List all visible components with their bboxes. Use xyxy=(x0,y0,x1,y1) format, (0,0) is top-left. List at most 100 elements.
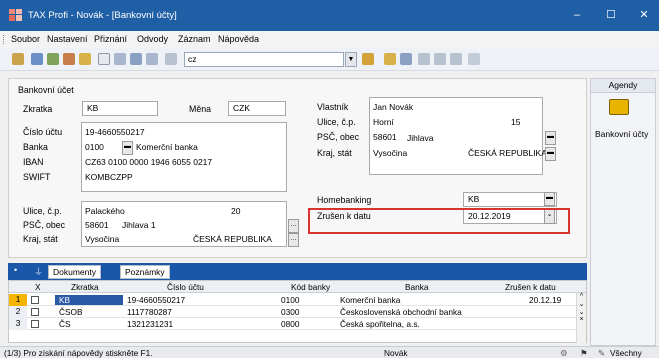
toolbar: cz ▼ xyxy=(0,48,659,71)
owner-obec-picker-button[interactable]: ▬ xyxy=(545,131,556,145)
owner-stat-value[interactable]: ČESKÁ REPUBLIKA xyxy=(468,148,547,158)
tool-icon[interactable] xyxy=(31,53,43,65)
homebanking-label: Homebanking xyxy=(317,195,372,205)
row-checkbox[interactable] xyxy=(31,320,39,328)
tab-poznamky[interactable]: Poznámky xyxy=(120,265,170,279)
homebanking-dropdown-button[interactable]: ▬ xyxy=(544,192,555,206)
column-cislo-uctu[interactable]: Číslo účtu xyxy=(167,282,204,292)
agendy-item-bankovni-ucty[interactable]: Bankovní účty xyxy=(595,129,648,139)
tab-strip: • ⏚ Dokumenty Poznámky xyxy=(8,263,587,280)
table-row[interactable]: 3 ČS 1321231231 0800 Česká spořitelna, a… xyxy=(9,318,586,330)
status-filter[interactable]: Všechny xyxy=(610,348,642,358)
tab-dokumenty[interactable]: Dokumenty xyxy=(48,265,101,279)
homebanking-value: KB xyxy=(468,194,480,204)
iban-value[interactable]: CZ63 0100 0000 1946 6055 0217 xyxy=(85,157,212,167)
swift-value[interactable]: KOMBCZPP xyxy=(85,172,133,182)
owner-obec-value[interactable]: Jihlava xyxy=(407,133,433,143)
owner-cp-value[interactable]: 15 xyxy=(511,117,520,127)
status-user: Novák xyxy=(384,348,408,358)
bank-ulice-label: Ulice, č.p. xyxy=(23,206,62,216)
person-icon[interactable] xyxy=(63,53,75,65)
cell-kod: 0800 xyxy=(281,319,300,329)
swift-label: SWIFT xyxy=(23,172,51,182)
menu-priznani[interactable]: Přiznání xyxy=(94,34,127,44)
menu-zaznam[interactable]: Záznam xyxy=(178,34,211,44)
homebanking-field[interactable]: KB xyxy=(463,192,557,207)
column-zkratka[interactable]: Zkratka xyxy=(71,282,99,292)
bank-card-icon[interactable] xyxy=(609,99,629,115)
menu-grip xyxy=(3,35,5,44)
row-checkbox[interactable] xyxy=(31,308,39,316)
banka-code[interactable]: 0100 xyxy=(85,142,104,152)
menu-soubor[interactable]: Soubor xyxy=(11,34,40,44)
filter-icon[interactable] xyxy=(165,53,177,65)
row-checkbox[interactable] xyxy=(31,296,39,304)
bank-cp-value[interactable]: 20 xyxy=(231,206,240,216)
flag-icon[interactable]: ⚑ xyxy=(580,348,587,358)
agenda-combo[interactable]: cz xyxy=(184,52,344,67)
window2-icon[interactable] xyxy=(434,53,446,65)
owner-kraj-value[interactable]: Vysočina xyxy=(373,148,407,158)
close-button[interactable]: ✕ xyxy=(629,5,659,25)
zkratka-label: Zkratka xyxy=(23,104,53,114)
window-icon[interactable] xyxy=(418,53,430,65)
minimize-button[interactable]: – xyxy=(562,5,592,25)
owner-stat-picker-button[interactable]: ▬ xyxy=(545,147,556,161)
help-icon[interactable] xyxy=(468,53,480,65)
column-kod-banky[interactable]: Kód banky xyxy=(291,282,330,292)
menu-nastaveni[interactable]: Nastavení xyxy=(47,34,88,44)
pen-icon[interactable]: ✎ xyxy=(598,348,605,358)
chevron-down-icon[interactable]: ▼ xyxy=(345,52,357,67)
gear-icon[interactable]: ⚙ xyxy=(560,348,567,358)
pin-icon[interactable]: • xyxy=(14,265,17,275)
bank-obec-value[interactable]: Jihlava 1 xyxy=(122,220,156,230)
agendy-title: Agendy xyxy=(591,79,655,93)
owner-psc-value[interactable]: 58601 xyxy=(373,132,397,142)
table-row[interactable]: 2 ČSOB 1117780287 0300 Československá ob… xyxy=(9,306,586,318)
mena-field[interactable]: CZK xyxy=(228,101,286,116)
column-zrusen[interactable]: Zrušen k datu xyxy=(505,282,556,292)
banka-label: Banka xyxy=(23,142,48,152)
vlastnik-value[interactable]: Jan Novák xyxy=(373,102,413,112)
owner-kraj-label: Kraj, stát xyxy=(317,148,352,158)
filter-icon[interactable]: ⏚ xyxy=(34,265,43,278)
bank-kraj-value[interactable]: Vysočina xyxy=(85,234,119,244)
cell-zrusen: 20.12.19 xyxy=(529,295,562,305)
people-icon[interactable] xyxy=(47,53,59,65)
folder-icon[interactable] xyxy=(79,53,91,65)
menu-odvody[interactable]: Odvody xyxy=(137,34,168,44)
bank-obec-picker-button[interactable]: … xyxy=(288,219,299,233)
bank-ulice-value[interactable]: Palackého xyxy=(85,206,125,216)
app-icon xyxy=(9,9,22,21)
cell-banka: Československá obchodní banka xyxy=(340,307,462,317)
grid-icon[interactable] xyxy=(400,53,412,65)
cell-cislo: 1321231231 xyxy=(127,319,174,329)
title-bar: TAX Profi - Novák - [Bankovní účty] – ☐ … xyxy=(0,0,659,31)
excel-icon[interactable] xyxy=(362,53,374,65)
banka-picker-button[interactable]: ▬ xyxy=(122,141,133,155)
column-x[interactable]: X xyxy=(35,282,41,292)
window3-icon[interactable] xyxy=(450,53,462,65)
menu-napoveda[interactable]: Nápověda xyxy=(218,34,259,44)
row-number: 3 xyxy=(9,318,27,330)
list-icon[interactable] xyxy=(146,53,158,65)
table-scrollbar[interactable]: ^ ⌄ ⌄ × xyxy=(576,293,586,343)
owner-ulice-value[interactable]: Horní xyxy=(373,117,394,127)
bank-psc-label: PSČ, obec xyxy=(23,220,66,230)
new-icon[interactable] xyxy=(98,53,110,65)
home-icon[interactable] xyxy=(12,53,24,65)
cell-cislo: 19-4660550217 xyxy=(127,295,186,305)
bank-psc-value[interactable]: 58601 xyxy=(85,220,109,230)
cislo-uctu-value[interactable]: 19-4660550217 xyxy=(85,127,145,137)
column-banka[interactable]: Banka xyxy=(405,282,429,292)
save-icon[interactable] xyxy=(130,53,142,65)
folder-open-icon[interactable] xyxy=(384,53,396,65)
cell-cislo: 1117780287 xyxy=(127,307,172,317)
maximize-button[interactable]: ☐ xyxy=(596,5,626,25)
bank-stat-value[interactable]: ČESKÁ REPUBLIKA xyxy=(193,234,272,244)
owner-psc-label: PSČ, obec xyxy=(317,132,360,142)
bank-stat-picker-button[interactable]: … xyxy=(288,233,299,247)
table-row[interactable]: 1 KB 19-4660550217 0100 Komerční banka 2… xyxy=(9,294,586,306)
zkratka-field[interactable]: KB xyxy=(82,101,158,116)
check-icon[interactable] xyxy=(114,53,126,65)
